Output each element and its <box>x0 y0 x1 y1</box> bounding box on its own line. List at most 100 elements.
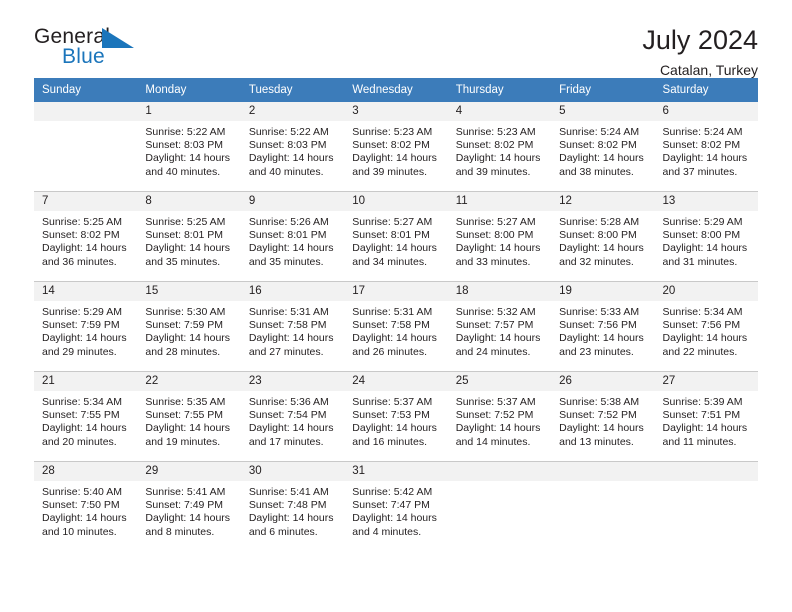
day-cell-inner: 3 Sunrise: 5:23 AM Sunset: 8:02 PM Daylight… <box>344 102 448 191</box>
day-details: Sunrise: 5:28 AM Sunset: 8:00 PM Daylight:… <box>551 211 654 269</box>
calendar-day-cell[interactable]: 15 Sunrise: 5:30 AM Sunset: 7:59 PM Dayligh… <box>137 281 241 372</box>
calendar-day-cell[interactable]: 6 Sunrise: 5:24 AM Sunset: 8:02 PM Daylight… <box>654 102 758 192</box>
daylight-duration-line2: and 35 minutes. <box>145 255 221 268</box>
day-number: 8 <box>137 192 241 211</box>
day-number: 14 <box>34 282 138 301</box>
sunrise-time: Sunrise: 5:24 AM <box>559 126 640 138</box>
daylight-duration-line1: Daylight: 14 hours <box>145 242 231 255</box>
calendar-day-cell[interactable]: 13 Sunrise: 5:29 AM Sunset: 8:00 PM Dayligh… <box>654 191 758 282</box>
weekday-header-monday: Monday <box>137 78 241 102</box>
logo-text-blue: Blue <box>62 45 105 68</box>
day-cell-inner: 18 Sunrise: 5:32 AM Sunset: 7:57 PM Dayligh… <box>447 282 552 371</box>
calendar-day-cell[interactable]: 2 Sunrise: 5:22 AM Sunset: 8:03 PM Daylight… <box>240 102 345 192</box>
sunrise-time: Sunrise: 5:42 AM <box>352 486 433 498</box>
calendar-day-cell[interactable]: 10 Sunrise: 5:27 AM Sunset: 8:01 PM Dayligh… <box>344 191 448 282</box>
calendar-day-cell[interactable]: 16 Sunrise: 5:31 AM Sunset: 7:58 PM Dayligh… <box>240 281 345 372</box>
calendar-day-cell[interactable]: 25 Sunrise: 5:37 AM Sunset: 7:52 PM Dayligh… <box>447 371 552 462</box>
sunrise-time: Sunrise: 5:29 AM <box>42 306 122 318</box>
calendar-day-cell[interactable]: 12 Sunrise: 5:28 AM Sunset: 8:00 PM Dayligh… <box>551 191 655 282</box>
daylight-duration-line2: and 11 minutes. <box>662 435 737 448</box>
sunrise-time: Sunrise: 5:34 AM <box>42 396 122 408</box>
day-details: Sunrise: 5:27 AM Sunset: 8:01 PM Daylight:… <box>344 211 447 269</box>
sunset-time: Sunset: 7:54 PM <box>248 409 327 422</box>
sunrise-time: Sunrise: 5:36 AM <box>248 396 329 408</box>
weekday-header-friday: Friday <box>551 78 655 102</box>
daylight-duration-line1: Daylight: 14 hours <box>352 422 437 435</box>
day-number: 16 <box>240 282 345 301</box>
calendar-day-cell[interactable]: 26 Sunrise: 5:38 AM Sunset: 7:52 PM Dayligh… <box>551 371 655 462</box>
day-number: 30 <box>240 462 345 481</box>
day-details: Sunrise: 5:24 AM Sunset: 8:02 PM Daylight:… <box>655 121 758 179</box>
calendar-day-cell[interactable]: 22 Sunrise: 5:35 AM Sunset: 7:55 PM Dayligh… <box>137 371 241 462</box>
calendar-day-cell[interactable]: 3 Sunrise: 5:23 AM Sunset: 8:02 PM Daylight… <box>344 102 448 192</box>
day-number: 28 <box>34 462 138 481</box>
calendar-day-cell[interactable]: 14 Sunrise: 5:29 AM Sunset: 7:59 PM Dayligh… <box>34 281 138 372</box>
calendar-day-cell-empty <box>447 461 552 551</box>
daylight-duration-line2: and 10 minutes. <box>42 525 117 538</box>
day-details: Sunrise: 5:39 AM Sunset: 7:51 PM Daylight:… <box>655 391 758 449</box>
weekday-header-sunday: Sunday <box>34 78 138 102</box>
calendar-day-cell[interactable]: 11 Sunrise: 5:27 AM Sunset: 8:00 PM Dayligh… <box>447 191 552 282</box>
location-subtitle: Catalan, Turkey <box>659 61 758 78</box>
daylight-duration-line1: Daylight: 14 hours <box>145 422 231 435</box>
day-number: 6 <box>654 102 758 121</box>
daylight-duration-line2: and 39 minutes. <box>455 165 531 178</box>
daylight-duration-line2: and 33 minutes. <box>455 255 531 268</box>
calendar-day-cell[interactable]: 7 Sunrise: 5:25 AM Sunset: 8:02 PM Daylight… <box>34 191 138 282</box>
calendar-day-cell[interactable]: 24 Sunrise: 5:37 AM Sunset: 7:53 PM Dayligh… <box>344 371 448 462</box>
day-details: Sunrise: 5:30 AM Sunset: 7:59 PM Daylight:… <box>137 301 240 359</box>
day-cell-inner: 11 Sunrise: 5:27 AM Sunset: 8:00 PM Dayligh… <box>447 192 552 281</box>
sunset-time: Sunset: 7:50 PM <box>42 499 120 512</box>
daylight-duration-line1: Daylight: 14 hours <box>248 512 334 525</box>
calendar-day-cell[interactable]: 29 Sunrise: 5:41 AM Sunset: 7:49 PM Dayligh… <box>137 461 241 551</box>
calendar-day-cell[interactable]: 30 Sunrise: 5:41 AM Sunset: 7:48 PM Dayligh… <box>240 461 345 551</box>
day-details: Sunrise: 5:25 AM Sunset: 8:02 PM Daylight:… <box>34 211 137 269</box>
calendar-day-cell[interactable]: 8 Sunrise: 5:25 AM Sunset: 8:01 PM Daylight… <box>137 191 241 282</box>
sunrise-time: Sunrise: 5:29 AM <box>662 216 743 228</box>
sunset-time: Sunset: 7:47 PM <box>352 499 430 512</box>
weekday-header-wednesday: Wednesday <box>344 78 448 102</box>
calendar-day-cell[interactable]: 27 Sunrise: 5:39 AM Sunset: 7:51 PM Dayligh… <box>654 371 758 462</box>
daylight-duration-line2: and 24 minutes. <box>455 345 531 358</box>
calendar-day-cell[interactable]: 5 Sunrise: 5:24 AM Sunset: 8:02 PM Daylight… <box>551 102 655 192</box>
day-cell-inner: 22 Sunrise: 5:35 AM Sunset: 7:55 PM Dayligh… <box>137 372 241 461</box>
day-number: 21 <box>34 372 138 391</box>
sunset-time: Sunset: 7:55 PM <box>145 409 224 422</box>
calendar-day-cell[interactable]: 18 Sunrise: 5:32 AM Sunset: 7:57 PM Dayligh… <box>447 281 552 372</box>
calendar-day-cell[interactable]: 4 Sunrise: 5:23 AM Sunset: 8:02 PM Daylight… <box>447 102 552 192</box>
calendar-day-cell[interactable]: 17 Sunrise: 5:31 AM Sunset: 7:58 PM Dayligh… <box>344 281 448 372</box>
day-details: Sunrise: 5:25 AM Sunset: 8:01 PM Daylight:… <box>137 211 240 269</box>
daylight-duration-line2: and 13 minutes. <box>559 435 634 448</box>
day-number: 4 <box>447 102 552 121</box>
day-cell-inner: 24 Sunrise: 5:37 AM Sunset: 7:53 PM Dayligh… <box>344 372 448 461</box>
daylight-duration-line2: and 36 minutes. <box>42 255 117 268</box>
day-details: Sunrise: 5:34 AM Sunset: 7:55 PM Daylight:… <box>34 391 137 449</box>
calendar-day-cell[interactable]: 23 Sunrise: 5:36 AM Sunset: 7:54 PM Dayligh… <box>240 371 345 462</box>
logo-text-general: General <box>34 25 111 48</box>
day-details: Sunrise: 5:23 AM Sunset: 8:02 PM Daylight:… <box>448 121 551 179</box>
calendar-day-cell[interactable]: 31 Sunrise: 5:42 AM Sunset: 7:47 PM Dayligh… <box>344 461 448 551</box>
day-number: 13 <box>654 192 758 211</box>
sunrise-time: Sunrise: 5:39 AM <box>662 396 743 408</box>
sunrise-time: Sunrise: 5:23 AM <box>455 126 536 138</box>
calendar-day-cell-empty <box>551 461 655 551</box>
calendar-day-cell[interactable]: 28 Sunrise: 5:40 AM Sunset: 7:50 PM Dayligh… <box>34 461 138 551</box>
day-number: 24 <box>344 372 448 391</box>
general-blue-logo[interactable]: General Blue <box>34 26 149 74</box>
sunrise-time: Sunrise: 5:28 AM <box>559 216 640 228</box>
day-details: Sunrise: 5:41 AM Sunset: 7:48 PM Daylight:… <box>241 481 344 539</box>
calendar-day-cell[interactable]: 9 Sunrise: 5:26 AM Sunset: 8:01 PM Daylight… <box>240 191 345 282</box>
calendar-day-cell[interactable]: 19 Sunrise: 5:33 AM Sunset: 7:56 PM Dayligh… <box>551 281 655 372</box>
day-cell-inner: 1 Sunrise: 5:22 AM Sunset: 8:03 PM Daylight… <box>137 102 241 191</box>
calendar-week-row: 1 Sunrise: 5:22 AM Sunset: 8:03 PM Daylight… <box>34 102 758 192</box>
calendar-week-row: 28 Sunrise: 5:40 AM Sunset: 7:50 PM Dayligh… <box>34 461 758 551</box>
calendar-day-cell[interactable]: 1 Sunrise: 5:22 AM Sunset: 8:03 PM Daylight… <box>137 102 241 192</box>
calendar-page: General Blue July 2024 Catalan, Turkey S… <box>0 0 792 612</box>
day-cell-inner: 29 Sunrise: 5:41 AM Sunset: 7:49 PM Dayligh… <box>137 462 241 551</box>
sunset-time: Sunset: 8:02 PM <box>42 229 120 242</box>
sunset-time: Sunset: 7:59 PM <box>145 319 224 332</box>
calendar-day-cell[interactable]: 21 Sunrise: 5:34 AM Sunset: 7:55 PM Dayligh… <box>34 371 138 462</box>
calendar-week-row: 21 Sunrise: 5:34 AM Sunset: 7:55 PM Dayligh… <box>34 371 758 462</box>
day-number: 18 <box>447 282 552 301</box>
calendar-day-cell[interactable]: 20 Sunrise: 5:34 AM Sunset: 7:56 PM Dayligh… <box>654 281 758 372</box>
